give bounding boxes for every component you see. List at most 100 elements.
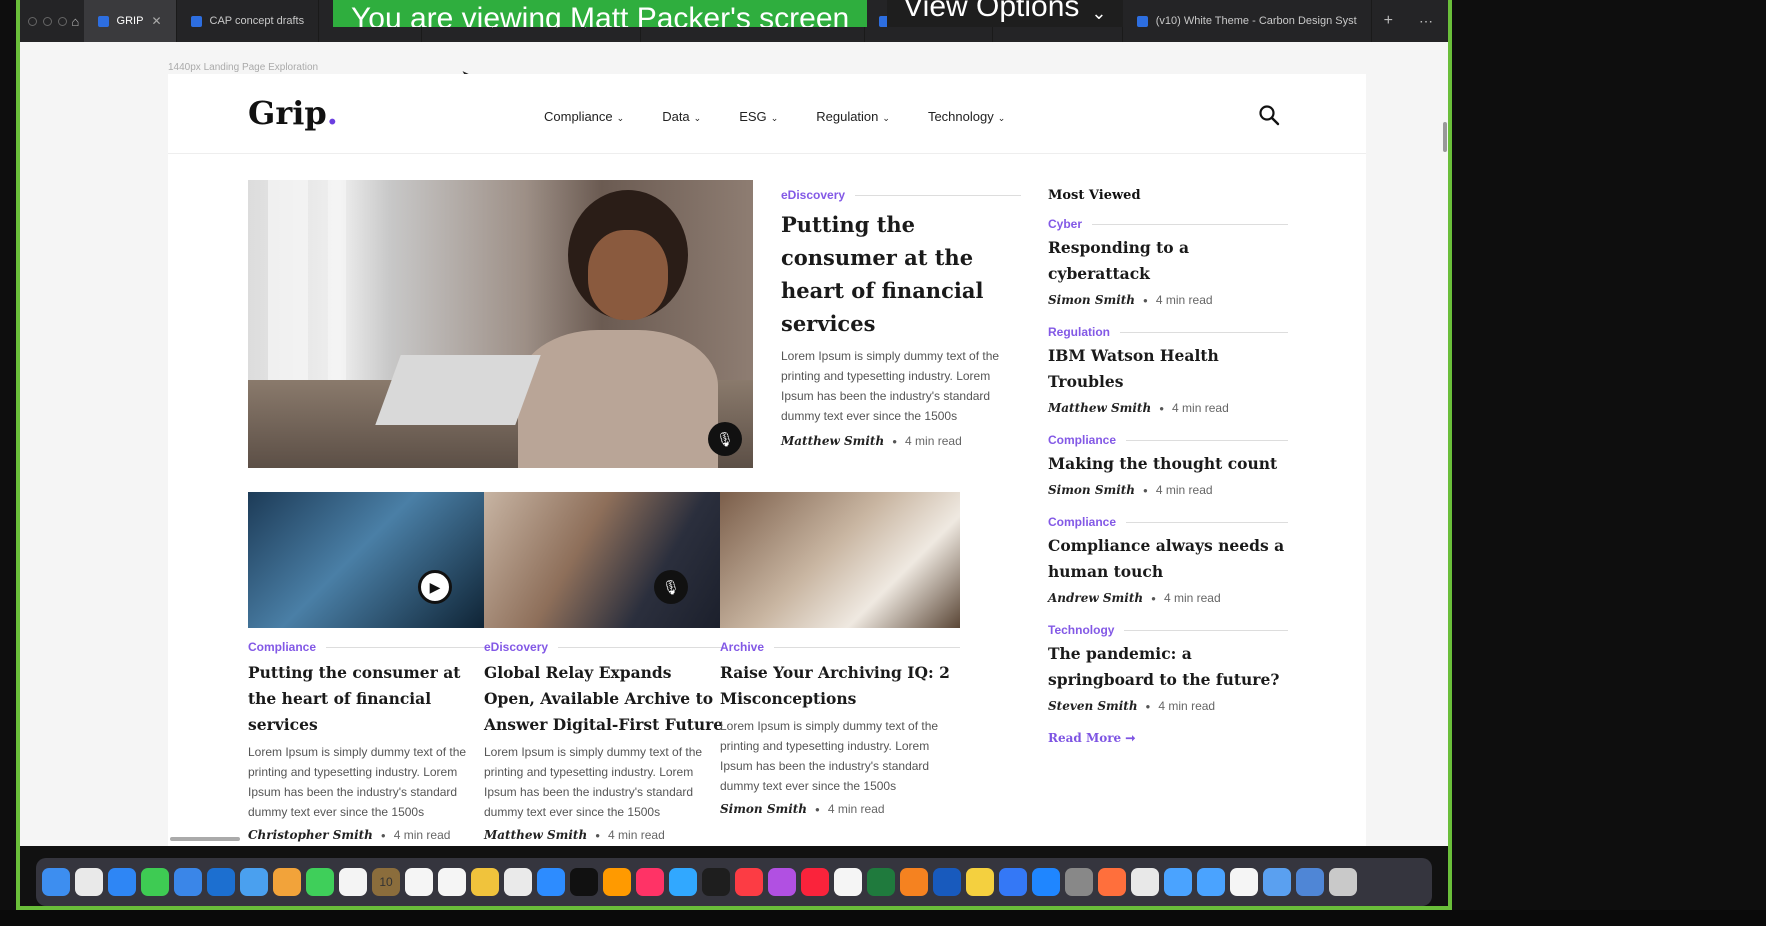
minimize-window-button[interactable]: [43, 16, 52, 26]
most-viewed-item[interactable]: Technology The pandemic: a springboard to…: [1048, 623, 1288, 713]
dock-app-icon[interactable]: [867, 868, 895, 896]
hero-category[interactable]: eDiscovery: [781, 188, 1021, 202]
dock-app-icon[interactable]: [933, 868, 961, 896]
search-icon[interactable]: [1258, 104, 1280, 126]
dock-app-icon[interactable]: [504, 868, 532, 896]
article-card[interactable]: 🎙 eDiscovery Global Relay Expands Open, Av…: [484, 492, 724, 842]
dock-app-icon[interactable]: [834, 868, 862, 896]
dock-app-icon[interactable]: [966, 868, 994, 896]
article-title[interactable]: Making the thought count: [1048, 451, 1288, 477]
nav-item-compliance[interactable]: Compliance ⌄: [544, 109, 624, 124]
zoom-window-button[interactable]: [58, 16, 67, 26]
dock-app-icon[interactable]: [438, 868, 466, 896]
author-name[interactable]: Steven Smith: [1048, 699, 1138, 713]
microphone-icon[interactable]: 🎙: [708, 422, 742, 456]
article-category[interactable]: Compliance: [1048, 433, 1288, 447]
dock-app-icon[interactable]: [537, 868, 565, 896]
dock-app-icon[interactable]: [1065, 868, 1093, 896]
author-name[interactable]: Andrew Smith: [1048, 591, 1143, 605]
dock-app-icon[interactable]: [570, 868, 598, 896]
author-name[interactable]: Matthew Smith: [1048, 401, 1151, 415]
article-title[interactable]: Raise Your Archiving IQ: 2 Misconception…: [720, 660, 960, 712]
dock-app-icon[interactable]: [174, 868, 202, 896]
dock-app-icon[interactable]: [603, 868, 631, 896]
dock-app-icon[interactable]: [702, 868, 730, 896]
dock-app-icon[interactable]: [1098, 868, 1126, 896]
tab-1[interactable]: CAP concept drafts: [177, 0, 320, 42]
dock-app-icon[interactable]: [240, 868, 268, 896]
dock-app-icon[interactable]: [801, 868, 829, 896]
most-viewed-item[interactable]: Cyber Responding to a cyberattack Simon Sm…: [1048, 217, 1288, 307]
dock-app-icon[interactable]: [273, 868, 301, 896]
tab-7[interactable]: (v10) White Theme - Carbon Design Syst: [1123, 0, 1372, 42]
article-image[interactable]: ▶: [248, 492, 488, 628]
nav-item-data[interactable]: Data ⌄: [662, 109, 701, 124]
dock-app-icon[interactable]: [669, 868, 697, 896]
dock-app-icon[interactable]: [306, 868, 334, 896]
most-viewed-item[interactable]: Compliance Making the thought count Simon …: [1048, 433, 1288, 497]
dock-app-icon[interactable]: [42, 868, 70, 896]
frame-label[interactable]: 1440px Landing Page Exploration: [168, 62, 318, 73]
close-tab-icon[interactable]: ✕: [151, 14, 161, 28]
article-title[interactable]: Responding to a cyberattack: [1048, 235, 1288, 287]
nav-item-technology[interactable]: Technology ⌄: [928, 109, 1005, 124]
dock-app-icon[interactable]: [1131, 868, 1159, 896]
article-title[interactable]: Putting the consumer at the heart of fin…: [248, 660, 488, 738]
most-viewed-item[interactable]: Regulation IBM Watson Health Troubles Matt…: [1048, 325, 1288, 415]
article-title[interactable]: IBM Watson Health Troubles: [1048, 343, 1288, 395]
article-category[interactable]: Compliance: [1048, 515, 1288, 529]
article-title[interactable]: The pandemic: a springboard to the futur…: [1048, 641, 1288, 693]
dock-app-icon[interactable]: [768, 868, 796, 896]
hero-title[interactable]: Putting the consumer at the heart of fin…: [781, 208, 1021, 340]
dock-app-icon[interactable]: [1230, 868, 1258, 896]
view-options-button[interactable]: View Options ⌄: [887, 0, 1123, 27]
dock-app-icon[interactable]: [1164, 868, 1192, 896]
more-options-button[interactable]: ⋯: [1405, 13, 1448, 30]
dock-app-icon[interactable]: [207, 868, 235, 896]
article-card[interactable]: Archive Raise Your Archiving IQ: 2 Miscon…: [720, 492, 960, 816]
vertical-scrollbar[interactable]: [1443, 122, 1447, 152]
nav-item-regulation[interactable]: Regulation ⌄: [816, 109, 890, 124]
design-canvas[interactable]: 1440px Landing Page Exploration ➤ Grip. …: [20, 42, 1448, 846]
dock-app-icon[interactable]: [75, 868, 103, 896]
author-name[interactable]: Christopher Smith: [248, 828, 373, 842]
author-name[interactable]: Matthew Smith: [484, 828, 587, 842]
author-name[interactable]: Matthew Smith: [781, 434, 884, 448]
dock-app-icon[interactable]: [1032, 868, 1060, 896]
dock-app-icon[interactable]: [339, 868, 367, 896]
dock-app-icon[interactable]: [141, 868, 169, 896]
home-icon[interactable]: ⌂: [67, 0, 84, 42]
article-category[interactable]: eDiscovery: [484, 640, 724, 654]
article-category[interactable]: Compliance: [248, 640, 488, 654]
horizontal-scrollbar[interactable]: [170, 837, 240, 841]
dock-app-icon[interactable]: [108, 868, 136, 896]
nav-item-esg[interactable]: ESG ⌄: [739, 109, 778, 124]
article-title[interactable]: Global Relay Expands Open, Available Arc…: [484, 660, 724, 738]
calendar-icon[interactable]: 10: [372, 868, 400, 896]
read-more-link[interactable]: Read More ➞: [1048, 731, 1288, 745]
author-name[interactable]: Simon Smith: [720, 802, 807, 816]
site-logo[interactable]: Grip.: [248, 94, 338, 132]
author-name[interactable]: Simon Smith: [1048, 293, 1135, 307]
article-category[interactable]: Technology: [1048, 623, 1288, 637]
dock-app-icon[interactable]: [636, 868, 664, 896]
dock-app-icon[interactable]: [405, 868, 433, 896]
dock-app-icon[interactable]: [900, 868, 928, 896]
article-card[interactable]: ▶ Compliance Putting the consumer at the h…: [248, 492, 488, 842]
dock-app-icon[interactable]: [1263, 868, 1291, 896]
hero-image[interactable]: 🎙: [248, 180, 753, 468]
dock-app-icon[interactable]: [471, 868, 499, 896]
tab-0[interactable]: GRIP ✕: [83, 0, 177, 42]
dock-app-icon[interactable]: [735, 868, 763, 896]
article-category[interactable]: Archive: [720, 640, 960, 654]
article-category[interactable]: Regulation: [1048, 325, 1288, 339]
article-image[interactable]: [720, 492, 960, 628]
hero-article[interactable]: eDiscovery Putting the consumer at the h…: [781, 188, 1021, 448]
author-name[interactable]: Simon Smith: [1048, 483, 1135, 497]
close-window-button[interactable]: [28, 16, 37, 26]
most-viewed-item[interactable]: Compliance Compliance always needs a huma…: [1048, 515, 1288, 605]
microphone-icon[interactable]: 🎙: [654, 570, 688, 604]
article-image[interactable]: 🎙: [484, 492, 724, 628]
new-tab-button[interactable]: +: [1372, 12, 1405, 30]
dock-app-icon[interactable]: [1296, 868, 1324, 896]
